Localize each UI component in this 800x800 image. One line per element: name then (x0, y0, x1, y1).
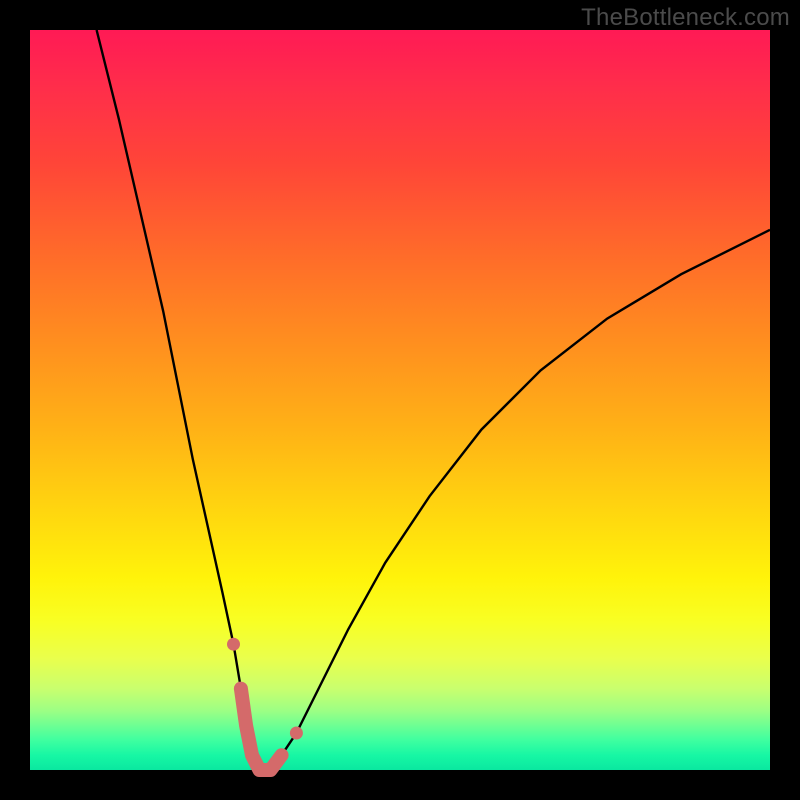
watermark-text: TheBottleneck.com (581, 4, 790, 32)
curve-svg (30, 30, 770, 770)
chart-frame: TheBottleneck.com (0, 0, 800, 800)
plot-area (30, 30, 770, 770)
highlight-dot (290, 727, 303, 740)
bottleneck-curve-path (97, 30, 770, 770)
highlight-dot (227, 638, 240, 651)
highlight-path (241, 689, 282, 770)
